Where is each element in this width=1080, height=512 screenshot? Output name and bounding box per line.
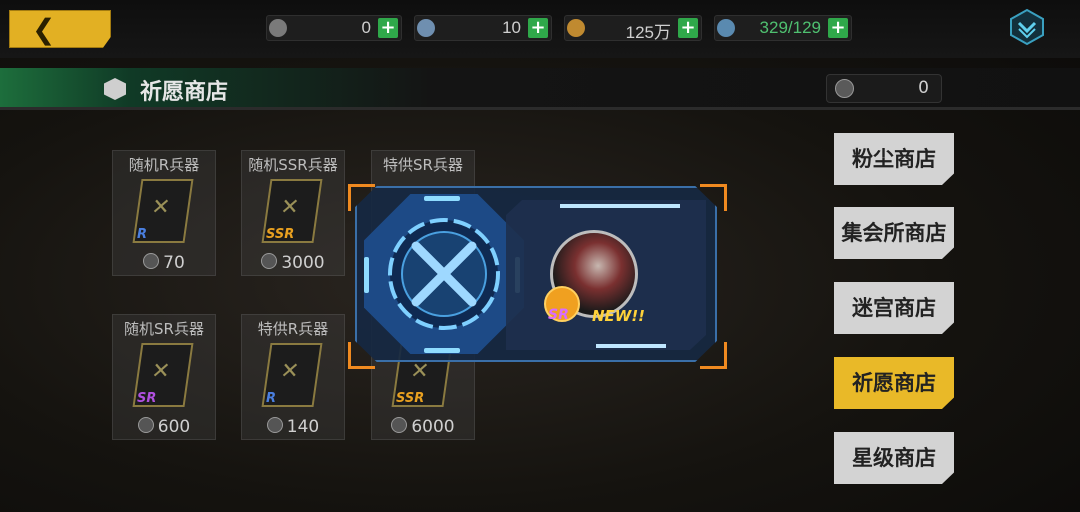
item-rarity: SR xyxy=(137,391,157,406)
stamina-icon xyxy=(717,19,735,37)
resource-crystal-value: 10 xyxy=(502,18,521,37)
item-price: 600 xyxy=(113,417,215,437)
panel-light xyxy=(560,204,680,208)
resource-gold: 125万 + xyxy=(564,15,702,42)
resource-ticket: 0 + xyxy=(266,15,402,41)
add-gold-button[interactable]: + xyxy=(678,18,698,38)
item-rarity: R xyxy=(266,391,277,406)
panel-light xyxy=(596,344,666,348)
item-price: 3000 xyxy=(242,253,344,273)
shop-currency-value: 0 xyxy=(918,78,929,98)
emblem-light xyxy=(424,196,460,201)
emblem-light xyxy=(424,348,460,353)
wish-coin-icon xyxy=(137,417,154,433)
popup-corner xyxy=(700,342,727,369)
item-rarity: R xyxy=(137,227,148,242)
chevron-down-icon[interactable] xyxy=(1008,8,1046,46)
page-title: 祈愿商店 xyxy=(140,80,229,105)
resource-gold-value: 125万 xyxy=(625,23,671,42)
item-rarity: SSR xyxy=(396,391,425,406)
tab-dust-shop[interactable]: 粉尘商店 xyxy=(834,133,954,185)
tab-labyrinth-shop[interactable]: 迷宫商店 xyxy=(834,282,954,334)
add-crystal-button[interactable]: + xyxy=(528,18,548,38)
ticket-icon xyxy=(269,19,287,37)
popup-rarity: SR xyxy=(548,307,569,323)
item-price: 70 xyxy=(113,253,215,273)
shop-item-special-r-weapon[interactable]: 特供R兵器 R 140 xyxy=(241,314,345,440)
item-name: 随机SSR兵器 xyxy=(248,156,338,174)
emblem-light xyxy=(364,257,369,293)
add-stamina-button[interactable]: + xyxy=(828,18,848,38)
item-price: 140 xyxy=(242,417,344,437)
wish-coin-icon xyxy=(143,253,160,269)
item-name: 随机SR兵器 xyxy=(124,320,204,338)
resource-crystal: 10 + xyxy=(414,15,552,41)
back-arrow-icon: ❮ xyxy=(32,13,56,46)
wish-coin-icon xyxy=(266,417,283,433)
resource-stamina: 329/129 + xyxy=(714,15,852,41)
item-price: 6000 xyxy=(372,417,474,437)
shop-item-random-ssr-weapon[interactable]: 随机SSR兵器 SSR 3000 xyxy=(241,150,345,276)
item-name: 特供SR兵器 xyxy=(383,156,463,174)
tab-wish-shop[interactable]: 祈愿商店 xyxy=(834,357,954,409)
back-button[interactable]: ❮ xyxy=(9,10,111,48)
wish-coin-icon xyxy=(261,253,278,269)
tab-star-shop[interactable]: 星级商店 xyxy=(834,432,954,484)
item-name: 特供R兵器 xyxy=(257,320,329,338)
item-name: 随机R兵器 xyxy=(128,156,200,174)
wish-coin-icon xyxy=(391,417,408,433)
popup-corner xyxy=(348,184,375,211)
shop-item-random-sr-weapon[interactable]: 随机SR兵器 SR 600 xyxy=(112,314,216,440)
resource-ticket-value: 0 xyxy=(361,18,371,37)
tab-gathering-shop[interactable]: 集会所商店 xyxy=(834,207,954,259)
crystal-icon xyxy=(417,19,435,37)
shop-item-random-r-weapon[interactable]: 随机R兵器 R 70 xyxy=(112,150,216,276)
gold-coin-icon xyxy=(567,19,585,37)
add-ticket-button[interactable]: + xyxy=(378,18,398,38)
resource-stamina-value: 329/129 xyxy=(759,18,821,37)
item-rarity: SSR xyxy=(266,227,295,242)
crossed-swords-emblem-icon xyxy=(388,218,500,330)
shop-currency: 0 xyxy=(826,74,942,103)
wish-coin-icon xyxy=(835,79,854,98)
popup-corner xyxy=(348,342,375,369)
new-label: NEW!! xyxy=(592,307,646,325)
